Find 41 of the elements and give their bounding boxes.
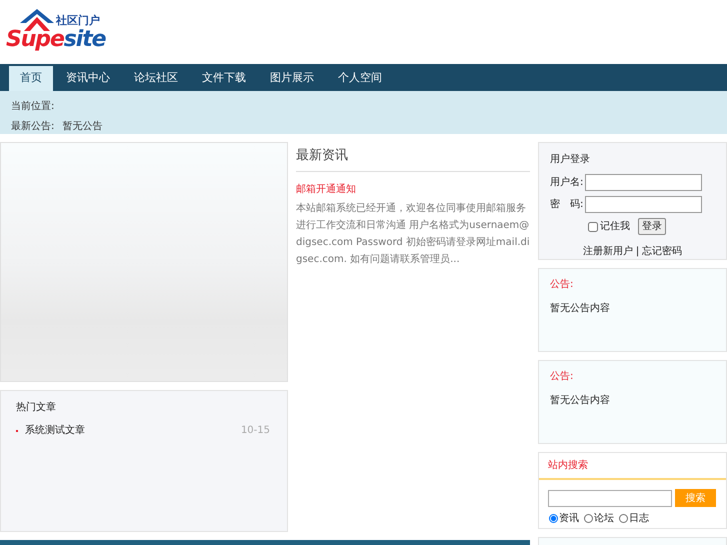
nav-tab[interactable]: 文件下载 [191, 66, 257, 91]
search-scope-radio[interactable] [549, 514, 558, 523]
nav-tab[interactable]: 图片展示 [259, 66, 325, 91]
search-scope-label: 论坛 [594, 512, 614, 526]
search-scope-radio[interactable] [584, 514, 593, 523]
location-label: 当前位置: [11, 100, 56, 114]
notice-text: 暂无公告内容 [550, 302, 611, 316]
link-separator: | [636, 245, 640, 259]
notice-text: 暂无公告内容 [550, 394, 611, 408]
nav-tab[interactable]: 首页 [9, 66, 53, 91]
logo-wordmark: Supesite [6, 29, 106, 51]
username-field[interactable] [585, 174, 702, 191]
search-scope-radio[interactable] [619, 514, 628, 523]
search-scope-label: 日志 [629, 512, 649, 526]
remember-checkbox[interactable] [588, 222, 598, 232]
panel-title: 热门文章 [16, 400, 57, 415]
login-button[interactable]: 登录 [638, 218, 666, 235]
nav-tab[interactable]: 个人空间 [327, 66, 393, 91]
notice-label: 最新公告: [11, 120, 54, 134]
news-summary: 本站邮箱系统已经开通，欢迎各位同事使用邮箱服务进行工作交流和日常沟通 用户名格式为usernaem@digsec.com Password 初始密码请登录网址mail.digsec.com. 如有问题请联系管理员... [296, 202, 530, 266]
register-link[interactable]: 注册新用户 [582, 244, 633, 259]
logo[interactable]: 社区门户 Supesite [6, 7, 106, 57]
remember-label: 记住我 [600, 220, 630, 234]
forgot-password-link[interactable]: 忘记密码 [642, 244, 682, 259]
search-title: 站内搜索 [539, 453, 726, 480]
password-label: 密 码: [550, 198, 584, 212]
username-label: 用户名: [550, 176, 584, 190]
notice-title: 公告: [550, 370, 574, 384]
article-link[interactable]: 系统测试文章 [25, 423, 85, 438]
section-title: 最新资讯 [296, 146, 530, 172]
search-scope-label: 资讯 [559, 512, 579, 526]
password-field[interactable] [585, 196, 702, 213]
logo-tagline: 社区门户 [56, 15, 100, 26]
notice-title: 公告: [550, 278, 574, 292]
nav-tab[interactable]: 资讯中心 [55, 66, 121, 91]
notice-value: 暂无公告 [62, 120, 102, 134]
headline-link[interactable]: 邮箱开通通知 [296, 182, 530, 196]
article-date: 10-15 [240, 424, 270, 438]
nav-tab[interactable]: 论坛社区 [123, 66, 189, 91]
search-field[interactable] [548, 490, 672, 506]
panel-title: 用户登录 [550, 152, 591, 167]
